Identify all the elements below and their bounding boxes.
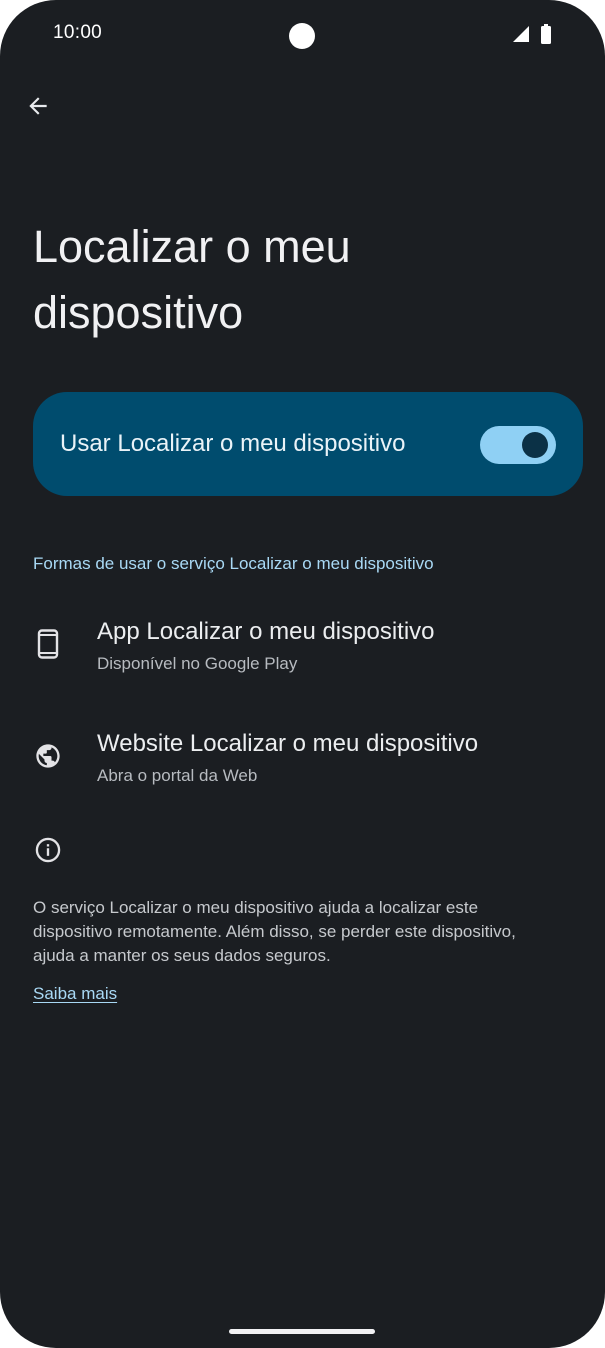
list-item-subtitle: Disponível no Google Play [97,654,298,673]
learn-more-link[interactable]: Saiba mais [33,984,117,1004]
smartphone-icon [34,629,62,659]
status-time: 10:00 [53,22,103,43]
list-item-subtitle: Abra o portal da Web [97,766,258,785]
section-header: Formas de usar o serviço Localizar o meu… [33,554,434,573]
front-camera [289,23,315,49]
globe-icon [34,742,62,770]
info-icon [34,836,62,864]
list-item-website[interactable]: Website Localizar o meu dispositivo Abra… [0,720,605,816]
switch-thumb [522,432,548,458]
battery-icon [540,24,552,49]
signal-icon [512,25,530,48]
list-item-title: Website Localizar o meu dispositivo [97,730,479,757]
page-title: Localizar o meu dispositivo [33,221,351,338]
info-description: O serviço Localizar o meu dispositivo aj… [33,898,516,965]
list-item-title: App Localizar o meu dispositivo [97,618,435,645]
back-button[interactable] [18,84,58,128]
home-indicator[interactable] [229,1329,375,1334]
list-item-app[interactable]: App Localizar o meu dispositivo Disponív… [0,608,605,704]
status-bar: 10:00 [0,0,605,70]
toggle-card-label: Usar Localizar o meu dispositivo [60,430,406,457]
phone-screen: 10:00 Localizar o meu dispositivo Usar L… [0,0,605,1348]
use-find-my-device-switch[interactable] [480,426,556,464]
use-find-my-device-toggle-card[interactable]: Usar Localizar o meu dispositivo [33,392,583,496]
arrow-back-icon [29,97,47,115]
